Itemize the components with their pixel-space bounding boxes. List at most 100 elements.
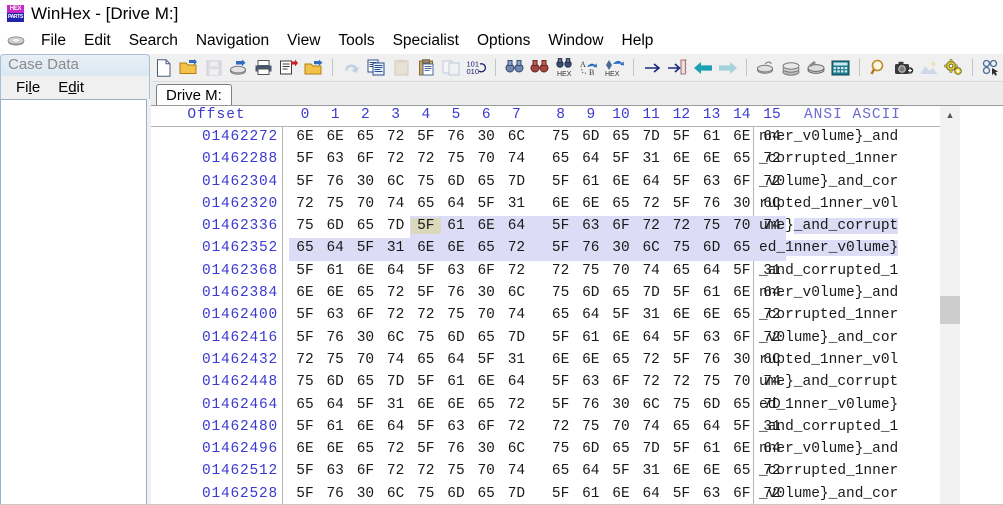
hex-byte-cell[interactable]: 70 xyxy=(350,352,380,368)
hex-byte-cell[interactable]: 5F xyxy=(666,174,696,190)
ascii-text[interactable]: _v0lume}_and_cor xyxy=(759,486,898,502)
hex-byte-cell[interactable]: 7D xyxy=(501,486,531,502)
hex-byte-cell[interactable]: 6E xyxy=(576,352,606,368)
hex-byte-cell[interactable]: 5F xyxy=(471,196,501,212)
hex-byte-cell[interactable]: 65 xyxy=(727,463,757,479)
ascii-text[interactable]: nner_v0lume}_and xyxy=(759,129,898,145)
hex-byte-cell[interactable]: 75 xyxy=(697,218,727,234)
hex-byte-cell[interactable]: 6E xyxy=(727,441,757,457)
copy-icon[interactable] xyxy=(364,56,389,80)
hex-byte-cell[interactable]: 72 xyxy=(381,129,411,145)
hex-byte-cell[interactable]: 74 xyxy=(636,263,666,279)
hex-byte-cell[interactable]: 64 xyxy=(636,174,666,190)
scrollbar-thumb[interactable] xyxy=(940,296,960,324)
menu-view[interactable]: View xyxy=(278,31,329,51)
hex-byte-cell[interactable]: 7D xyxy=(636,129,666,145)
hex-byte-cell[interactable]: 75 xyxy=(411,486,441,502)
hex-byte-cell[interactable]: 5F xyxy=(727,263,757,279)
hex-byte-cell[interactable]: 70 xyxy=(471,151,501,167)
hex-byte-cell[interactable]: 5F xyxy=(411,374,441,390)
hex-byte-cell[interactable]: 65 xyxy=(727,240,757,256)
hex-byte-cell[interactable]: 75 xyxy=(666,240,696,256)
hex-byte-cell[interactable]: 6E xyxy=(606,330,636,346)
hex-byte-cell[interactable]: 72 xyxy=(381,285,411,301)
hex-row[interactable]: 01462432 72 75 70 74 65 64 5F 31 6E 6E 65 72 5F 76 30 6C… xyxy=(151,350,1003,372)
ascii-text[interactable]: nner_v0lume}_and xyxy=(759,285,898,301)
hex-byte-cell[interactable]: 76 xyxy=(441,285,471,301)
hex-vertical-scrollbar[interactable]: ▲ xyxy=(940,106,960,505)
hex-byte-cell[interactable]: 75 xyxy=(546,285,576,301)
hex-byte-cell[interactable]: 5F xyxy=(666,196,696,212)
hex-byte-cell[interactable]: 6E xyxy=(727,285,757,301)
hex-byte-cell[interactable]: 6E xyxy=(320,441,350,457)
menu-edit[interactable]: Edit xyxy=(75,31,120,51)
hex-byte-cell[interactable]: 64 xyxy=(636,330,666,346)
ascii-text[interactable]: _corrupted_1nner xyxy=(759,463,898,479)
hex-byte-cell[interactable]: 61 xyxy=(320,263,350,279)
hex-byte-cell[interactable]: 61 xyxy=(576,486,606,502)
hex-row[interactable]: 01462288 5F 63 6F 72 72 75 70 74 65 64 5F 31 6E 6E 65 72… xyxy=(151,149,1003,171)
hex-byte-cell[interactable]: 30 xyxy=(727,196,757,212)
hex-byte-cell[interactable]: 61 xyxy=(697,441,727,457)
hex-byte-cell[interactable]: 6E xyxy=(290,129,320,145)
hex-byte-cell[interactable]: 76 xyxy=(441,441,471,457)
hex-byte-cell[interactable]: 6F xyxy=(471,263,501,279)
hex-byte-cell[interactable]: 63 xyxy=(576,374,606,390)
hex-byte-cell[interactable]: 5F xyxy=(666,441,696,457)
hex-byte-cell[interactable]: 6F xyxy=(350,307,380,323)
disk-edit-icon[interactable] xyxy=(803,56,828,80)
hex-byte-cell[interactable]: 6E xyxy=(441,397,471,413)
hex-byte-cell[interactable]: 72 xyxy=(636,196,666,212)
ascii-text[interactable]: _and_corrupted_1 xyxy=(759,263,898,279)
hex-byte-cell[interactable]: 64 xyxy=(320,397,350,413)
hex-byte-cell[interactable]: 6D xyxy=(576,129,606,145)
open-file-icon[interactable] xyxy=(176,56,201,80)
hex-byte-cell[interactable]: 6E xyxy=(290,285,320,301)
hex-byte-cell[interactable]: 6E xyxy=(320,129,350,145)
hex-byte-cell[interactable]: 74 xyxy=(381,352,411,368)
find-hex-icon[interactable] xyxy=(527,56,552,80)
hex-byte-cell[interactable]: 72 xyxy=(666,218,696,234)
hex-byte-cell[interactable]: 65 xyxy=(727,307,757,323)
hex-byte-cell[interactable]: 6D xyxy=(320,218,350,234)
hex-byte-cell[interactable]: 7D xyxy=(636,441,666,457)
ascii-text[interactable]: rupted_1nner_v0l xyxy=(759,352,898,368)
menu-window[interactable]: Window xyxy=(539,31,612,51)
hex-byte-cell[interactable]: 5F xyxy=(290,330,320,346)
hex-byte-cell[interactable]: 7D xyxy=(636,285,666,301)
hex-byte-cell[interactable]: 6E xyxy=(350,419,380,435)
hex-byte-cell[interactable]: 72 xyxy=(411,307,441,323)
hex-byte-cell[interactable]: 30 xyxy=(727,352,757,368)
hex-byte-cell[interactable]: 5F xyxy=(546,397,576,413)
hex-byte-cell[interactable]: 65 xyxy=(666,419,696,435)
hex-byte-cell[interactable]: 5F xyxy=(290,419,320,435)
hex-byte-cell[interactable]: 6E xyxy=(471,374,501,390)
hex-byte-cell[interactable]: 6D xyxy=(697,240,727,256)
hex-byte-cell[interactable]: 61 xyxy=(441,374,471,390)
hex-byte-cell[interactable]: 5F xyxy=(290,463,320,479)
hex-byte-cell[interactable]: 63 xyxy=(441,419,471,435)
hex-byte-cell[interactable]: 30 xyxy=(606,397,636,413)
hex-row[interactable]: 01462272 6E 6E 65 72 5F 76 30 6C 75 6D 65 7D 5F 61 6E 64… xyxy=(151,127,1003,149)
hex-byte-cell[interactable]: 65 xyxy=(546,463,576,479)
open-folder-icon[interactable] xyxy=(301,56,326,80)
ascii-text[interactable]: ed_1nner_v0lume} xyxy=(759,240,899,257)
hex-row[interactable]: 01462416 5F 76 30 6C 75 6D 65 7D 5F 61 6E 64 5F 63 6F 72… xyxy=(151,328,1003,350)
hex-byte-cell[interactable]: 74 xyxy=(501,463,531,479)
hex-byte-cell[interactable]: 74 xyxy=(381,196,411,212)
scrollbar-up-arrow-icon[interactable]: ▲ xyxy=(940,106,960,123)
hex-byte-cell[interactable]: 65 xyxy=(350,218,380,234)
hex-byte-cell[interactable]: 72 xyxy=(381,463,411,479)
hex-row-container[interactable]: 01462272 6E 6E 65 72 5F 76 30 6C 75 6D 65 7D 5F 61 6E 64… xyxy=(151,127,1003,505)
ascii-text[interactable]: ume}_and_corrupt xyxy=(759,218,899,235)
hex-byte-cell[interactable]: 6D xyxy=(320,374,350,390)
hex-byte-cell[interactable]: 31 xyxy=(381,240,411,256)
hex-byte-cell[interactable]: 75 xyxy=(441,307,471,323)
hex-byte-cell[interactable]: 72 xyxy=(290,352,320,368)
hex-byte-cell[interactable]: 70 xyxy=(350,196,380,212)
hex-byte-cell[interactable]: 75 xyxy=(411,174,441,190)
ascii-text[interactable]: ed_1nner_v0lume} xyxy=(759,397,898,413)
hex-byte-cell[interactable]: 63 xyxy=(320,151,350,167)
hex-byte-cell[interactable]: 61 xyxy=(697,129,727,145)
hex-byte-cell[interactable]: 65 xyxy=(666,263,696,279)
